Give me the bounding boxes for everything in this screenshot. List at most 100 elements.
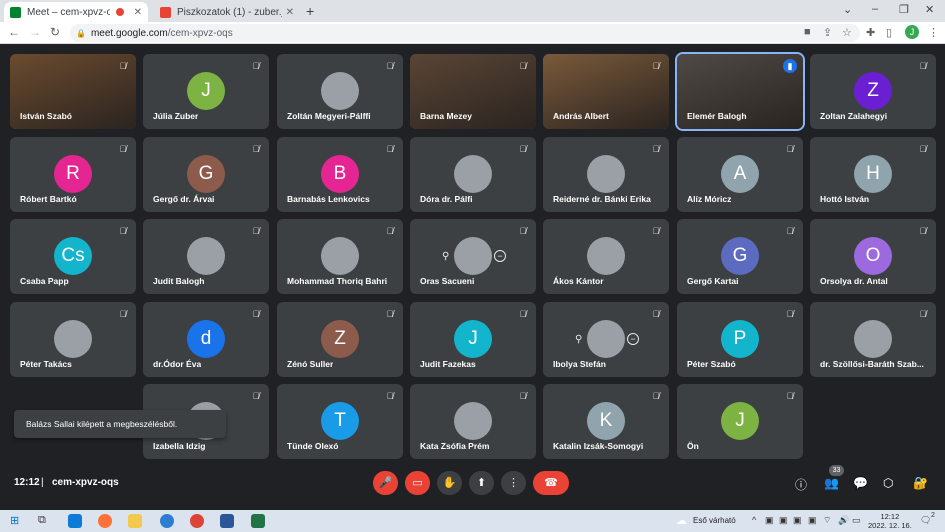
participant-tile[interactable]: ▮ Elemér Balogh [675,52,805,131]
profile-avatar[interactable]: J [905,25,919,39]
participant-tile[interactable]: Cs 🎙̸ Csaba Papp [10,219,136,294]
tray-app-icon[interactable]: ▣ [808,515,817,526]
participant-avatar: T [321,402,359,440]
participant-tile[interactable]: J 🎙̸ Judit Fazekas [410,302,536,377]
participant-tile[interactable]: ⚲ − 🎙̸ Oras Sacueni [410,219,536,294]
pin-icon[interactable]: ⚲ [575,334,582,345]
mic-muted-icon: 🎙̸ [119,61,127,71]
chat-icon[interactable]: 💬 [853,476,868,490]
camera-permission-icon[interactable]: ■ [804,26,811,38]
battery-icon[interactable]: ▭ [852,515,861,526]
more-vert-icon: ⋮ [508,477,519,489]
share-icon[interactable]: ⇪ [823,26,832,39]
participant-tile[interactable]: O 🎙̸ Orsolya dr. Antal [810,219,936,294]
participant-name: Péter Takács [20,359,72,369]
participant-tile[interactable]: 🎙̸ András Albert [543,54,669,129]
address-bar[interactable]: 🔒 meet.google.com /cem-xpvz-oqs [70,24,860,42]
maximize-icon[interactable]: ❐ [899,3,909,16]
participant-tile[interactable]: G 🎙̸ Gergő Kartai [677,219,803,294]
mic-muted-icon: 🎙̸ [119,144,127,154]
participant-tile[interactable]: d 🎙̸ dr.Ódor Éva [143,302,269,377]
host-controls-icon[interactable]: 🔐 [913,476,928,490]
more-options-button[interactable]: ⋮ [501,471,526,495]
participant-tile[interactable]: R 🎙̸ Róbert Bartkó [10,137,136,212]
task-view-icon[interactable]: ⧉ [38,514,46,527]
side-panel-icon[interactable]: ▯ [886,26,892,39]
leave-call-button[interactable]: ☎ [533,471,569,495]
activities-icon[interactable]: ⬡ [883,476,893,490]
camera-toggle-button[interactable]: ▭ [405,471,430,495]
participant-tile[interactable]: H 🎙̸ Hottó István [810,137,936,212]
microphone-toggle-button[interactable]: 🎤 [373,471,398,495]
participant-name: Csaba Papp [20,276,69,286]
reload-icon[interactable]: ↻ [50,25,60,39]
meeting-details-icon[interactable]: ⓘ [795,476,807,493]
present-screen-button[interactable]: ⬆ [469,471,494,495]
participant-name: Gergő dr. Árvai [153,194,215,204]
participant-tile[interactable]: 🎙̸ Kata Zsófia Prém [410,384,536,459]
close-tab-icon[interactable]: ✕ [286,7,294,18]
word-icon[interactable] [220,514,234,528]
weather-text[interactable]: Eső várható [693,516,736,525]
wifi-icon[interactable]: ⌔ [823,515,831,526]
people-icon[interactable]: 👥 [824,476,839,490]
mic-muted-icon: 🎙̸ [386,144,394,154]
extensions-icon[interactable]: ✚ [866,26,875,39]
excel-icon[interactable] [251,514,265,528]
tray-app-icon[interactable]: ▣ [793,515,802,526]
close-window-icon[interactable]: ✕ [925,3,934,16]
tab-search-icon[interactable]: ⌄ [843,3,852,16]
participant-tile[interactable]: Z 🎙̸ Zoltan Zalahegyi [810,54,936,129]
participant-tile[interactable]: 🎙̸ Péter Takács [10,302,136,377]
close-tab-icon[interactable]: ✕ [134,7,142,18]
participant-tile[interactable]: K 🎙̸ Katalin Izsák-Somogyi [543,384,669,459]
participant-tile[interactable]: J 🎙̸ Júlia Zuber [143,54,269,129]
file-explorer-icon[interactable] [128,514,142,528]
participant-tile[interactable]: B 🎙̸ Barnabás Lenkovics [277,137,403,212]
participant-tile[interactable]: T 🎙̸ Tünde Olexó [277,384,403,459]
participant-tile[interactable]: P 🎙̸ Péter Szabó [677,302,803,377]
tray-overflow-icon[interactable]: ^ [752,515,756,525]
tab-gmail[interactable]: Piszkozatok (1) - zuber.julia@gm ✕ [154,2,300,22]
remove-icon[interactable]: − [494,250,506,262]
tab-gmail-title: Piszkozatok (1) - zuber.julia@gm [177,6,282,18]
forward-icon[interactable]: → [29,25,41,39]
notifications-icon[interactable]: 🗨 [920,515,931,526]
raise-hand-button[interactable]: ✋ [437,471,462,495]
bookmark-star-icon[interactable]: ☆ [842,26,852,39]
participant-tile[interactable]: 🎙̸ Ákos Kántor [543,219,669,294]
participant-tile[interactable]: 🎙̸ István Szabó [10,54,136,129]
participant-tile[interactable]: 🎙̸ Reiderné dr. Bánki Erika [543,137,669,212]
edge-icon[interactable] [68,514,82,528]
participant-tile[interactable]: A 🎙̸ Alíz Móricz [677,137,803,212]
participant-tile[interactable]: G 🎙̸ Gergő dr. Árvai [143,137,269,212]
browser-menu-icon[interactable]: ⋮ [928,26,939,39]
chrome-icon[interactable] [190,514,204,528]
taskbar-clock[interactable]: 12:12 2022. 12. 16. [868,512,912,530]
tray-app-icon[interactable]: ▣ [779,515,788,526]
participant-tile[interactable]: 🎙̸ Dóra dr. Pálfi [410,137,536,212]
participant-tile[interactable]: Z 🎙̸ Zénó Suller [277,302,403,377]
browser-app-icon[interactable] [160,514,174,528]
participant-tile[interactable]: 🎙̸ Mohammad Thoriq Bahri [277,219,403,294]
pin-icon[interactable]: ⚲ [442,251,449,262]
tab-meet[interactable]: Meet – cem-xpvz-oqs ✕ [4,2,148,22]
firefox-icon[interactable] [98,514,112,528]
tray-app-icon[interactable]: ▣ [765,515,774,526]
remove-icon[interactable]: − [627,333,639,345]
participant-tile[interactable]: ⚲ − 🎙̸ Ibolya Stefán [543,302,669,377]
volume-icon[interactable]: 🔊 [838,515,849,526]
mic-muted-icon: 🎙̸ [786,391,794,401]
minimize-icon[interactable]: – [872,3,878,15]
start-icon[interactable]: ⊞ [10,514,19,527]
participant-tile[interactable]: 🎙̸ Judit Balogh [143,219,269,294]
participant-tile[interactable]: 🎙̸ dr. Szöllősi-Baráth Szab... [810,302,936,377]
back-icon[interactable]: ← [8,25,20,39]
mic-muted-icon: 🎙̸ [386,391,394,401]
participant-tile[interactable]: 🎙̸ Zoltán Megyeri-Pálffi [277,54,403,129]
new-tab-button[interactable]: + [306,3,314,19]
meet-icon [10,6,21,18]
participant-tile[interactable]: J 🎙̸ Ön [677,384,803,459]
participant-avatar [587,237,625,275]
participant-tile[interactable]: 🎙̸ Barna Mezey [410,54,536,129]
